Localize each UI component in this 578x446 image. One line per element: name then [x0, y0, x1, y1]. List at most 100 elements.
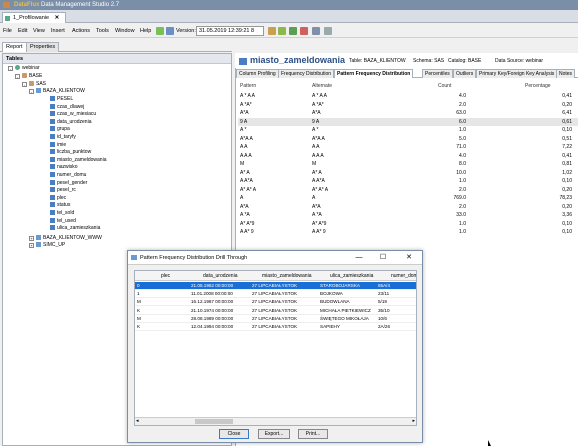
tree-column-item[interactable]: imie [50, 141, 66, 149]
menu-view[interactable]: View [33, 27, 45, 35]
table-row[interactable]: M 28.08.1989 00:00:00 27 LIPCABIAŁYSTOK ŚWI… [135, 315, 416, 323]
tab-notes[interactable]: Notes [556, 69, 576, 78]
tab-report[interactable]: Report [2, 42, 27, 52]
expand-icon[interactable]: + [29, 243, 34, 248]
tree-column-item[interactable]: plec [50, 194, 66, 202]
tree-column-item[interactable]: tel_used [50, 217, 76, 225]
header-plec[interactable]: plec [161, 273, 170, 279]
menu-window[interactable]: Window [115, 27, 135, 35]
tab-pattern-frequency-distribution[interactable]: Pattern Frequency Distribution [334, 69, 414, 78]
collapse-icon[interactable]: - [15, 74, 20, 79]
table-row[interactable]: A* A* A A* A* A 2.0 0,20 [238, 186, 578, 194]
table-row[interactable]: 0 21.05.1952 00:00:00 27 LIPCABIAŁYSTOK STA… [135, 282, 416, 290]
table-row[interactable]: A *A* A *A* 2.0 0,20 [238, 101, 578, 109]
table-row[interactable]: 9 A 9 A 6.0 0,61 [238, 117, 578, 126]
table-row[interactable]: A* A A* A 10.0 1,02 [238, 169, 578, 177]
tab-frequency-distribution[interactable]: Frequency Distribution [278, 69, 335, 78]
collapse-icon[interactable]: - [22, 82, 27, 87]
tab-properties[interactable]: Properties [26, 42, 60, 52]
collapse-icon[interactable]: - [8, 66, 13, 71]
table-row[interactable]: A A 769.0 78,23 [238, 194, 578, 202]
tree-column-item[interactable]: miasto_zameldowania [50, 156, 106, 164]
header-numer-domu[interactable]: numer_domu [391, 273, 416, 279]
tree-node-sas[interactable]: SAS [29, 81, 46, 88]
run-icon[interactable] [156, 27, 164, 35]
scroll-left-icon[interactable]: ◂ [136, 418, 139, 424]
grid-header-count[interactable]: Count [438, 83, 451, 89]
tree-node-baza-klientow[interactable]: BAZA_KLIENTOW [36, 88, 85, 95]
close-icon[interactable]: ✕ [400, 251, 418, 265]
grid-header-alternate[interactable]: Alternate [312, 83, 332, 89]
tree-node-simc-up[interactable]: SIMC_UP [36, 242, 65, 249]
help-icon[interactable] [324, 27, 332, 35]
table-row[interactable]: A *A A *A 33.0 3,36 [238, 211, 578, 219]
table-row[interactable]: 1 11.01.2008 00:00:00 27 LIPCABIAŁYSTOK BOJ… [135, 290, 416, 299]
menu-edit[interactable]: Edit [18, 27, 27, 35]
table-row[interactable]: A A A A 71.0 7,22 [238, 143, 578, 151]
version-select[interactable]: 31.05.2019 12:39:21 8 [196, 26, 264, 36]
tree-column-item[interactable]: id_taryfy [50, 134, 76, 141]
tree-column-item[interactable]: ulica_zamieszkania [50, 225, 100, 232]
export-button[interactable]: Export... [258, 429, 290, 439]
stop-icon[interactable] [300, 27, 308, 35]
tree-column-item[interactable]: grupa [50, 126, 70, 133]
table-row[interactable]: A*A A*A 2.0 0,20 [238, 203, 578, 211]
tree-column-item[interactable]: status [50, 202, 70, 209]
tree-column-item[interactable]: pesel_rc [50, 187, 76, 194]
scrollbar-thumb[interactable] [195, 419, 233, 424]
tree-column-item[interactable]: PESEL [50, 96, 73, 103]
table-row[interactable]: A * A * 1.0 0,10 [238, 126, 578, 134]
menu-actions[interactable]: Actions [72, 27, 90, 35]
horizontal-scrollbar[interactable]: ◂ ▸ [135, 417, 416, 425]
table-row[interactable]: A * A A A * A A 4.0 0,41 [238, 92, 578, 100]
tab-outliers[interactable]: Outliers [453, 69, 477, 78]
tree-node-base[interactable]: BASE [22, 73, 42, 80]
tab-percentiles[interactable]: Percentiles [422, 69, 453, 78]
expand-icon[interactable]: + [29, 236, 34, 241]
tree-node-webinar[interactable]: webinar [15, 65, 40, 72]
table-row[interactable]: A* A*9 A* A*9 1.0 0,10 [238, 220, 578, 228]
play-icon[interactable] [289, 27, 297, 35]
scroll-right-icon[interactable]: ▸ [412, 418, 415, 424]
refresh-icon[interactable] [278, 27, 286, 35]
table-row[interactable]: A A*A A A*A 1.0 0,10 [238, 177, 578, 185]
close-button[interactable]: Close [219, 429, 249, 439]
tab-column-profiling[interactable]: Column Profiling [236, 69, 279, 78]
collapse-icon[interactable]: - [29, 89, 34, 94]
tree-column-item[interactable]: liczba_punktow [50, 149, 91, 156]
tree-column-item[interactable]: czas_w_miesiacu [50, 111, 96, 118]
grid-header-pattern[interactable]: Pattern [240, 83, 256, 89]
table-row[interactable]: K 21.10.1974 00:00:00 27 LIPCABIAŁYSTOK MIC… [135, 307, 416, 315]
tree-column-item[interactable]: czas_dlawej [50, 103, 84, 111]
close-tab-icon[interactable]: ✕ [55, 15, 60, 21]
tree-column-item[interactable]: tel_sold [50, 210, 74, 217]
header-ulica-zamieszkania[interactable]: ulica_zamieszkania [330, 273, 373, 279]
tree-column-item[interactable]: nazwisko [50, 164, 78, 171]
tree-column-item[interactable]: numer_domu [50, 172, 86, 179]
table-row[interactable]: M 16.12.1967 00:00:00 27 LIPCABIAŁYSTOK BUD… [135, 298, 416, 307]
tree-node-baza-klientow-www[interactable]: BAZA_KLIENTOW_WWW [36, 235, 102, 242]
menu-file[interactable]: File [3, 27, 12, 35]
table-row[interactable]: M M 8.0 0,81 [238, 160, 578, 168]
save-icon[interactable] [166, 27, 174, 35]
print-button[interactable]: Print... [298, 429, 328, 439]
table-row[interactable]: K 12.04.1994 00:00:00 27 LIPCABIAŁYSTOK SAP… [135, 323, 416, 331]
tree-column-item[interactable]: pesel_gender [50, 179, 87, 187]
header-miasto-zameldowania[interactable]: miasto_zameldowania [262, 273, 311, 279]
table-row[interactable]: A A A A A A 4.0 0,41 [238, 152, 578, 160]
table-row[interactable]: A A* 9 A A* 9 1.0 0,10 [238, 228, 578, 236]
table-row[interactable]: A*A A*A 63.0 6,41 [238, 109, 578, 117]
tab-profilowanie[interactable]: 1_Profilowanie ✕ [2, 12, 67, 23]
table-row[interactable]: A*A A A*A A 5.0 0,51 [238, 135, 578, 143]
header-data-urodzenia[interactable]: data_urodzenia [203, 273, 237, 279]
settings-icon[interactable] [312, 27, 320, 35]
tree-column-item[interactable]: data_urodzenia [50, 118, 91, 126]
menu-insert[interactable]: Insert [51, 27, 65, 35]
menu-tools[interactable]: Tools [96, 27, 109, 35]
menu-help[interactable]: Help [140, 27, 151, 35]
compare-icon[interactable] [268, 27, 276, 35]
tab-primary-foreign-key[interactable]: Primary Key/Foreign Key Analysis [476, 69, 558, 78]
maximize-icon[interactable]: ☐ [374, 251, 392, 265]
minimize-icon[interactable]: — [350, 251, 368, 265]
grid-header-percentage[interactable]: Percentage [525, 83, 551, 89]
